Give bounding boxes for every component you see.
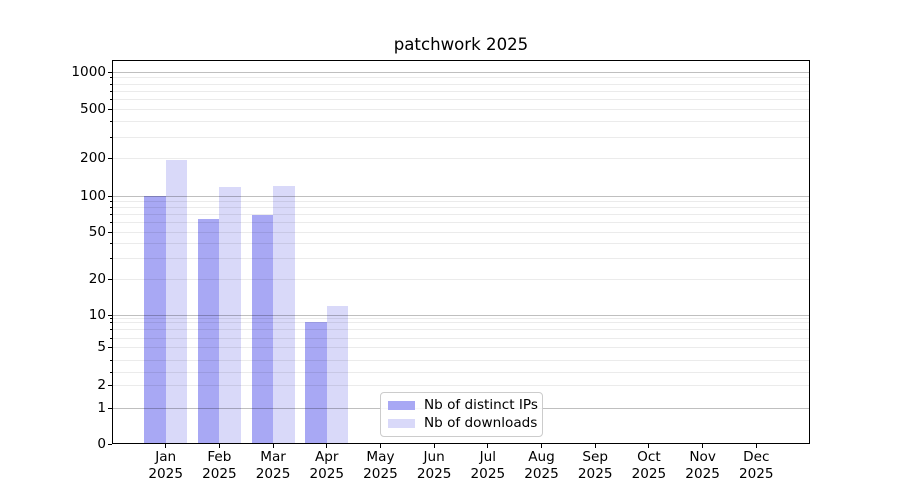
y-tick-label: 0 [30,437,106,452]
y-tick-label: 2 [30,378,106,393]
y-minor-tick-mark [110,243,112,244]
y-minor-tick-mark [110,385,112,386]
chart-title: patchwork 2025 [112,36,810,54]
y-minor-tick-mark [110,347,112,348]
y-tick-label: 1 [30,401,106,416]
y-gridline-major [113,72,809,73]
y-minor-tick-mark [110,279,112,280]
y-tick-label: 500 [30,102,106,117]
x-tick-label-year: 2025 [724,466,788,483]
y-tick-label: 10 [30,308,106,323]
y-gridline-minor [113,322,809,323]
y-gridline-minor [113,77,809,78]
y-gridline-minor [113,338,809,339]
y-gridline-major [113,315,809,316]
y-gridline-minor [113,243,809,244]
y-tick-label: 200 [30,151,106,166]
bar-downloads-apr [327,306,349,443]
y-minor-tick-mark [110,91,112,92]
bar-downloads-jan [166,160,188,443]
y-tick-mark [108,408,112,409]
y-gridline-minor [113,91,809,92]
y-minor-tick-mark [110,232,112,233]
legend-item-distinct-ips: Nb of distinct IPs [388,398,535,413]
y-minor-tick-mark [110,329,112,330]
y-gridline-minor [113,258,809,259]
bar-distinct-ips-jan [144,196,166,443]
y-gridline-minor [113,222,809,223]
y-tick-label: 1000 [30,65,106,80]
x-tick-mark [702,444,703,448]
y-gridline-minor [113,372,809,373]
x-tick-mark [487,444,488,448]
y-gridline-major [113,196,809,197]
x-tick-mark [595,444,596,448]
y-gridline-minor [113,214,809,215]
y-minor-tick-mark [110,318,112,319]
y-tick-label: 50 [30,225,106,240]
y-minor-tick-mark [110,338,112,339]
bar-distinct-ips-feb [198,219,220,443]
y-gridline-minor [113,232,809,233]
legend-swatch-distinct-ips [388,401,415,410]
y-gridline-minor [113,137,809,138]
x-tick-mark [756,444,757,448]
y-gridline-minor [113,201,809,202]
x-tick-mark [648,444,649,448]
y-minor-tick-mark [110,158,112,159]
legend-swatch-downloads [388,419,415,428]
x-tick-mark [541,444,542,448]
y-gridline-minor [113,84,809,85]
y-gridline-minor [113,360,809,361]
y-gridline-minor [113,329,809,330]
y-gridline-minor [113,279,809,280]
y-gridline-minor [113,207,809,208]
y-gridline-minor [113,385,809,386]
y-gridline-minor [113,347,809,348]
y-minor-tick-mark [110,109,112,110]
y-minor-tick-mark [110,222,112,223]
y-tick-mark [108,72,112,73]
x-tick-label-month: Dec [724,449,788,466]
y-gridline-minor [113,99,809,100]
y-gridline-minor [113,318,809,319]
y-minor-tick-mark [110,201,112,202]
y-gridline-minor [113,109,809,110]
y-minor-tick-mark [110,372,112,373]
y-tick-label: 5 [30,340,106,355]
y-minor-tick-mark [110,214,112,215]
y-tick-mark [108,196,112,197]
x-tick-mark [380,444,381,448]
y-gridline-minor [113,158,809,159]
y-minor-tick-mark [110,84,112,85]
chart-canvas: patchwork 2025 01251020501002005001000Ja… [0,0,900,500]
legend: Nb of distinct IPs Nb of downloads [380,392,543,437]
y-minor-tick-mark [110,77,112,78]
y-tick-label: 20 [30,272,106,287]
bar-distinct-ips-apr [305,322,327,443]
x-tick-mark [219,444,220,448]
y-minor-tick-mark [110,121,112,122]
x-tick-mark [165,444,166,448]
y-minor-tick-mark [110,137,112,138]
legend-label-distinct-ips: Nb of distinct IPs [424,398,538,413]
x-tick-label: Dec2025 [724,449,788,482]
y-minor-tick-mark [110,258,112,259]
x-tick-mark [273,444,274,448]
y-tick-mark [108,444,112,445]
y-minor-tick-mark [110,322,112,323]
x-tick-mark [434,444,435,448]
y-tick-mark [108,315,112,316]
x-tick-mark [326,444,327,448]
y-minor-tick-mark [110,207,112,208]
y-gridline-minor [113,121,809,122]
y-tick-label: 100 [30,189,106,204]
y-minor-tick-mark [110,99,112,100]
legend-item-downloads: Nb of downloads [388,416,535,431]
legend-label-downloads: Nb of downloads [424,416,537,431]
y-minor-tick-mark [110,360,112,361]
